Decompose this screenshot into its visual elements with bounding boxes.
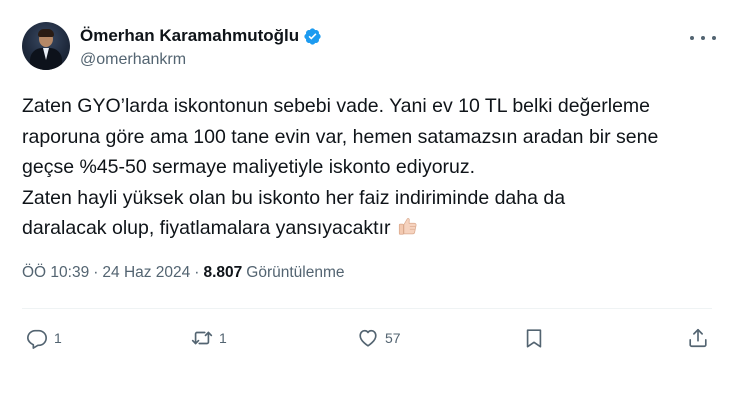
avatar[interactable]: [22, 22, 70, 70]
author-handle[interactable]: @omerhankrm: [80, 51, 186, 69]
retweet-button[interactable]: 1: [191, 326, 227, 350]
retweet-icon: [191, 327, 213, 349]
tweet-text-line: Zaten hayli yüksek olan bu iskonto her f…: [22, 186, 566, 209]
verified-badge-icon: [303, 27, 322, 46]
share-icon: [687, 327, 709, 349]
tweet-text: Zaten GYO’larda iskontonun sebebi vade. …: [22, 91, 712, 244]
views-count[interactable]: 8.807: [203, 264, 242, 282]
like-button[interactable]: 57: [357, 326, 401, 350]
action-bar: 1 1 57: [0, 322, 730, 354]
reply-count: 1: [54, 330, 62, 346]
heart-icon: [357, 327, 379, 349]
thumbs-up-emoji-icon: [397, 215, 419, 237]
tweet-time[interactable]: ÖÖ 10:39: [22, 264, 89, 282]
tweet-text-line: daralacak olup, fiyatlamalara yansıyacak…: [22, 217, 391, 239]
tweet-text-line: Zaten GYO’larda iskontonun sebebi vade. …: [22, 95, 650, 117]
reply-icon: [26, 327, 48, 349]
tweet-text-line: geçse %45-50 sermaye maliyetiyle iskonto…: [22, 156, 476, 178]
bookmark-button[interactable]: [523, 326, 545, 350]
tweet-meta: ÖÖ 10:39 · 24 Haz 2024 · 8.807 Görüntüle…: [22, 264, 345, 282]
bookmark-icon: [523, 327, 545, 349]
tweet-text-line: raporuna göre ama 100 tane evin var, hem…: [22, 125, 659, 148]
divider: [22, 308, 712, 309]
tweet-card: Ömerhan Karamahmutoğlu @omerhankrm Zaten…: [0, 0, 730, 420]
author-name-row: Ömerhan Karamahmutoğlu: [80, 25, 322, 47]
share-button[interactable]: [687, 326, 709, 350]
retweet-count: 1: [219, 330, 227, 346]
reply-button[interactable]: 1: [26, 326, 62, 350]
more-icon[interactable]: [690, 33, 716, 43]
like-count: 57: [385, 330, 401, 346]
views-label: Görüntülenme: [246, 264, 345, 281]
author-display-name[interactable]: Ömerhan Karamahmutoğlu: [80, 26, 299, 46]
meta-separator: ·: [93, 264, 99, 281]
meta-separator: ·: [194, 264, 200, 281]
tweet-text-line-last: daralacak olup, fiyatlamalara yansıyacak…: [22, 213, 712, 244]
tweet-date[interactable]: 24 Haz 2024: [102, 264, 190, 282]
